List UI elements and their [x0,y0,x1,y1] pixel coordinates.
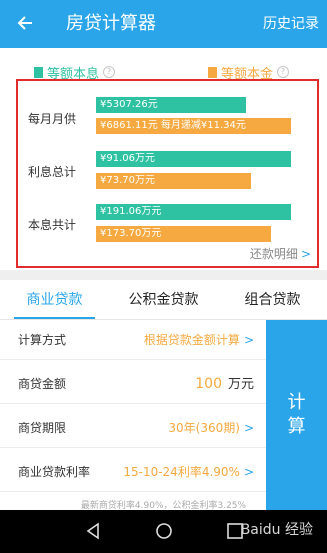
chevron-right-icon: > [243,421,254,435]
tab-label: 公积金贷款 [128,292,199,308]
bar-monthly-equal-principal: ¥6861.11元 每月递减¥11.34元 [96,118,291,134]
page-title: 房贷计算器 [66,13,156,34]
loan-amount-unit: 万元 [227,377,254,392]
loan-term-label: 商贷期限 [18,421,67,435]
row-label-total: 本息共计 [28,218,77,232]
nav-back-icon[interactable] [84,522,102,540]
summary-card: 等额本息 ? 等额本金 ? 每月月供 ¥5307.26元 ¥6861.11元 每… [0,48,327,270]
watermark: Baidu 经验 [240,522,313,538]
tab-label: 商业贷款 [26,292,83,308]
bar-total-equal-principal: ¥173.70万元 [96,226,271,242]
tab-provident-fund-loan[interactable]: 公积金贷款 [109,280,218,319]
loan-rate-value: 15-10-24利率4.90% [123,465,240,479]
bar-total-equal-interest: ¥191.06万元 [96,204,291,220]
active-tab-indicator [14,317,95,319]
help-icon[interactable]: ? [103,66,116,78]
calc-method-row[interactable]: 计算方式 根据贷款金额计算 > [0,320,266,360]
loan-term-select[interactable]: 30年(360期) > [168,419,254,437]
loan-amount-label: 商贷金额 [18,377,67,391]
mortgage-calculator-screen: 房贷计算器 历史记录 等额本息 ? 等额本金 ? 每月月供 ¥5307.26元 … [0,0,327,553]
calc-button-char: 算 [287,416,306,437]
chevron-right-icon: > [243,333,254,347]
calculate-button[interactable]: 计 算 [266,320,327,510]
loan-amount-value: 100 [195,376,222,392]
calc-button-char: 计 [287,392,306,413]
chevron-right-icon: > [300,247,311,261]
row-label-interest: 利息总计 [28,165,77,179]
teal-swatch [34,66,43,78]
bar-monthly-equal-interest: ¥5307.26元 [96,97,246,113]
comparison-chart: 每月月供 ¥5307.26元 ¥6861.11元 每月递减¥11.34元 利息总… [16,79,319,268]
detail-link-label: 还款明细 [249,247,298,261]
loan-term-value: 30年(360期) [168,421,240,435]
calc-method-label: 计算方式 [18,333,67,347]
orange-swatch [208,66,217,78]
loan-term-row[interactable]: 商贷期限 30年(360期) > [0,408,266,448]
help-icon[interactable]: ? [277,66,290,78]
arrow-left-icon[interactable] [10,8,40,38]
chevron-right-icon: > [243,465,254,479]
loan-rate-select[interactable]: 15-10-24利率4.90% > [123,463,254,481]
nav-home-icon[interactable] [155,522,173,540]
loan-amount-input[interactable]: 100 万元 [195,375,254,394]
tab-commercial-loan[interactable]: 商业贷款 [0,280,109,319]
loan-type-tabs: 商业贷款 公积金贷款 组合贷款 [0,280,327,320]
loan-form: 计算方式 根据贷款金额计算 > 商贷金额 100 万元 商贷期限 30年(360期)… [0,320,266,510]
row-label-monthly: 每月月供 [28,112,77,126]
history-button[interactable]: 历史记录 [263,14,319,34]
loan-rate-row[interactable]: 商业贷款利率 15-10-24利率4.90% > [0,452,266,492]
calc-method-value: 根据贷款金额计算 [143,333,240,347]
tab-combined-loan[interactable]: 组合贷款 [218,280,327,319]
bar-interest-equal-principal: ¥73.70万元 [96,173,251,189]
bar-interest-equal-interest: ¥91.06万元 [96,151,291,167]
loan-rate-label: 商业贷款利率 [18,465,91,479]
loan-amount-row[interactable]: 商贷金额 100 万元 [0,364,266,404]
tab-label: 组合贷款 [244,292,301,308]
android-nav-bar: Baidu 经验 [0,510,327,553]
app-header: 房贷计算器 历史记录 [0,0,327,48]
repayment-detail-link[interactable]: 还款明细 > [250,246,311,262]
calc-method-select[interactable]: 根据贷款金额计算 > [144,331,254,349]
